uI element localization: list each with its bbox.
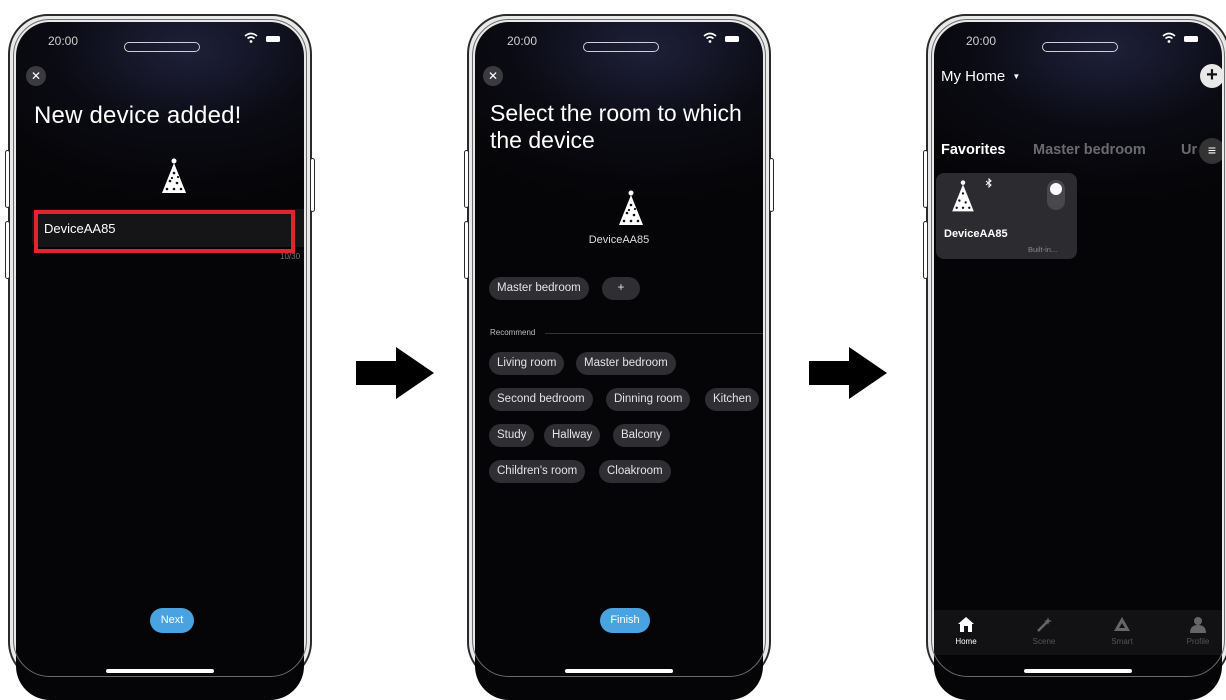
room-chip-master-bedroom[interactable]: Master bedroom — [576, 352, 676, 375]
phone-2: 20:00 ✕ Select the room to which the dev… — [464, 14, 774, 700]
close-icon[interactable]: ✕ — [483, 66, 503, 86]
device-card-name: DeviceAA85 — [944, 228, 1008, 240]
name-char-counter: 10/30 — [280, 252, 301, 261]
add-room-button[interactable]: + — [602, 277, 640, 300]
arrow-right-icon — [809, 347, 887, 399]
room-chip-second-bedroom[interactable]: Second bedroom — [489, 388, 593, 411]
close-icon[interactable]: ✕ — [26, 66, 46, 86]
tabbar-smart[interactable]: Smart — [1092, 616, 1152, 646]
side-button — [923, 221, 928, 279]
tab-master-bedroom[interactable]: Master bedroom — [1033, 142, 1146, 158]
christmas-tree-icon — [952, 180, 974, 212]
status-bar: 20:00 — [934, 22, 1222, 54]
next-button[interactable]: Next — [150, 608, 194, 633]
screen-device-added: 20:00 ✕ New device added! 10/30 Next — [16, 22, 304, 700]
side-button — [464, 221, 469, 279]
phone-1: 20:00 ✕ New device added! 10/30 Next — [5, 14, 315, 700]
room-chip-study[interactable]: Study — [489, 424, 535, 447]
side-button — [464, 150, 469, 208]
screen-home: 20:00 My Home ▼ + Favorites Master bedro… — [934, 22, 1222, 700]
notch — [124, 42, 200, 52]
bluetooth-icon — [985, 178, 992, 188]
tabbar-profile[interactable]: Profile — [1168, 616, 1222, 646]
status-time: 20:00 — [507, 34, 538, 48]
divider — [545, 333, 763, 334]
page-title: Select the room to which the device — [490, 100, 742, 153]
screen-select-room: 20:00 ✕ Select the room to which the dev… — [475, 22, 763, 700]
room-chip-living-room[interactable]: Living room — [489, 352, 565, 375]
plus-icon[interactable]: + — [1200, 64, 1222, 88]
home-icon — [958, 617, 974, 632]
page-title: New device added! — [34, 102, 242, 129]
side-button — [769, 158, 774, 212]
room-chip-dinning-room[interactable]: Dinning room — [606, 388, 691, 411]
battery-icon — [266, 36, 280, 42]
power-toggle[interactable] — [1047, 180, 1065, 210]
menu-icon[interactable]: ≡ — [1199, 138, 1222, 164]
phone-3: 20:00 My Home ▼ + Favorites Master bedro… — [923, 14, 1226, 700]
home-indicator — [565, 669, 673, 673]
room-chip-cloakroom[interactable]: Cloakroom — [599, 460, 671, 483]
selected-room-chip[interactable]: Master bedroom — [489, 277, 589, 300]
side-button — [923, 150, 928, 208]
tabbar-smart-label: Smart — [1111, 637, 1133, 646]
tabbar-home-label: Home — [955, 637, 977, 646]
home-selector[interactable]: My Home ▼ — [941, 68, 1020, 85]
arrow-right-icon — [356, 347, 434, 399]
side-button — [5, 221, 10, 279]
tab-favorites[interactable]: Favorites — [941, 142, 1005, 158]
side-button — [310, 158, 315, 212]
smart-icon — [1114, 617, 1130, 631]
status-bar: 20:00 — [475, 22, 763, 54]
home-name: My Home — [941, 68, 1006, 85]
notch — [583, 42, 659, 52]
tabbar-home[interactable]: Home — [936, 616, 996, 646]
tabbar-profile-label: Profile — [1186, 637, 1210, 646]
tab-ur[interactable]: Ur — [1181, 142, 1197, 158]
room-chip-hallway[interactable]: Hallway — [544, 424, 601, 447]
room-chip-childrens-room[interactable]: Children's room — [489, 460, 586, 483]
room-chip-balcony[interactable]: Balcony — [613, 424, 670, 447]
status-time: 20:00 — [966, 34, 997, 48]
tabbar-scene-label: Scene — [1032, 637, 1056, 646]
recommend-label: Recommend — [490, 328, 536, 337]
christmas-tree-icon — [619, 190, 643, 225]
wifi-icon — [244, 32, 258, 43]
highlight-box — [34, 210, 295, 253]
bottom-tab-bar: Home Scene Smart Profile — [934, 610, 1222, 655]
home-indicator — [106, 669, 214, 673]
status-bar: 20:00 — [16, 22, 304, 54]
battery-icon — [725, 36, 739, 42]
status-time: 20:00 — [48, 34, 79, 48]
side-button — [5, 150, 10, 208]
caret-down-icon: ▼ — [1012, 72, 1021, 81]
battery-icon — [1184, 36, 1198, 42]
device-card[interactable]: DeviceAA85 Built-in... — [936, 173, 1077, 259]
toggle-knob — [1050, 183, 1062, 195]
finish-button[interactable]: Finish — [600, 608, 650, 633]
device-name-label: DeviceAA85 — [588, 234, 650, 246]
wifi-icon — [703, 32, 717, 43]
home-indicator — [1024, 669, 1132, 673]
scene-icon — [1037, 617, 1052, 632]
tabbar-scene[interactable]: Scene — [1014, 616, 1074, 646]
wifi-icon — [1162, 32, 1176, 43]
device-card-status: Built-in... — [1028, 245, 1058, 254]
notch — [1042, 42, 1118, 52]
christmas-tree-icon — [162, 158, 186, 193]
room-chip-kitchen[interactable]: Kitchen — [705, 388, 760, 411]
profile-icon — [1190, 617, 1206, 633]
